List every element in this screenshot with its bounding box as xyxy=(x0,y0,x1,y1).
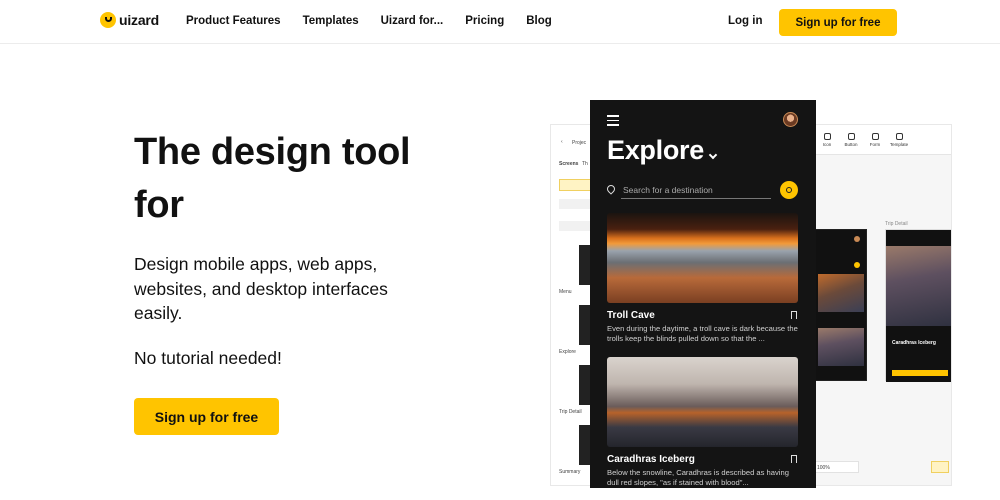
editor-add-button xyxy=(559,199,593,209)
troll-cave-image[interactable] xyxy=(607,213,798,303)
bookmark-icon[interactable] xyxy=(791,455,797,463)
editor-search-field xyxy=(559,221,593,231)
editor-screens-panel: ‹ Projec Screens Th Menu Explore Trip De… xyxy=(551,125,593,485)
destination-search-input[interactable] xyxy=(621,182,771,199)
screen-label-menu: Menu xyxy=(559,289,572,295)
card-title-troll-cave[interactable]: Troll Cave xyxy=(607,310,655,321)
canvas-frame-label: Trip Detail xyxy=(885,221,908,227)
screen-label-summary: Summary xyxy=(559,469,581,475)
tool-template: Template xyxy=(889,133,909,147)
avatar[interactable] xyxy=(783,112,798,127)
nav-links: Product Features Templates Uizard for...… xyxy=(186,15,574,27)
card-desc-troll-cave: Even during the daytime, a troll cave is… xyxy=(607,324,798,343)
hero-title: The design tool for xyxy=(134,131,411,226)
canvas-trip-detail-screen: Caradhras Iceberg xyxy=(885,229,951,382)
editor-project-name: Projec xyxy=(572,140,587,146)
logo-text: uizard xyxy=(119,12,160,28)
editor-toolbar: Icon Button Form Template xyxy=(815,125,951,155)
phone-mockup: Explore Troll Cave Even during the dayti… xyxy=(590,100,816,488)
nav-link-blog[interactable]: Blog xyxy=(526,15,552,27)
tool-form: Form xyxy=(865,133,885,147)
login-link[interactable]: Log in xyxy=(728,15,763,27)
nav-link-templates[interactable]: Templates xyxy=(303,15,359,27)
mini-card-title: Caradhras Iceberg xyxy=(892,340,936,346)
top-nav: uizard Product Features Templates Uizard… xyxy=(0,0,1000,44)
nav-link-uizard-for[interactable]: Uizard for... xyxy=(381,15,444,27)
nav-link-product-features[interactable]: Product Features xyxy=(186,15,281,27)
editor-back-icon: ‹ xyxy=(561,139,563,145)
chevron-down-icon[interactable] xyxy=(708,150,718,160)
hamburger-icon[interactable] xyxy=(607,115,619,129)
logo-icon xyxy=(100,12,116,28)
screen-label-explore: Explore xyxy=(559,349,576,355)
edit-pencil-icon xyxy=(931,461,949,473)
tool-button: Button xyxy=(841,133,861,147)
screen-title: Explore xyxy=(607,135,704,165)
nav-link-pricing[interactable]: Pricing xyxy=(465,15,504,27)
tool-icon: Icon xyxy=(817,133,837,147)
editor-upload-button xyxy=(559,179,593,191)
card-desc-caradhras-iceberg: Below the snowline, Caradhras is describ… xyxy=(607,468,789,487)
uizard-logo[interactable]: uizard xyxy=(100,12,159,28)
canvas-explore-screen xyxy=(813,229,867,381)
screen-label-trip-detail: Trip Detail xyxy=(559,409,582,415)
caradhras-iceberg-image[interactable] xyxy=(607,357,798,447)
editor-tab-themes: Th xyxy=(582,161,588,167)
nav-signup-button[interactable]: Sign up for free xyxy=(779,9,897,36)
location-pin-icon xyxy=(605,183,617,195)
hero-signup-button[interactable]: Sign up for free xyxy=(134,398,279,435)
bookmark-icon[interactable] xyxy=(791,311,797,319)
card-title-caradhras-iceberg[interactable]: Caradhras Iceberg xyxy=(607,454,695,465)
hero-note: No tutorial needed! xyxy=(134,348,282,368)
hero-subtitle: Design mobile apps, web apps, websites, … xyxy=(134,254,388,323)
editor-tab-screens: Screens xyxy=(559,161,579,167)
search-icon[interactable] xyxy=(780,181,798,199)
zoom-value: 100% xyxy=(817,465,830,471)
zoom-control: 100% xyxy=(813,461,859,473)
